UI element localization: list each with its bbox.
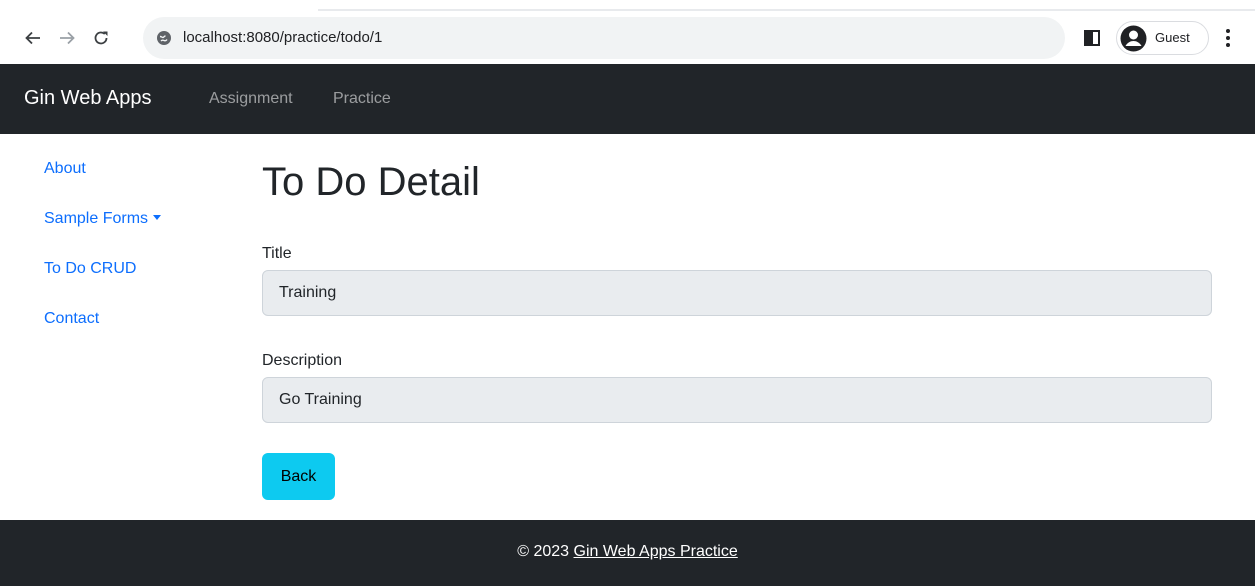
sidebar-item-todo-crud[interactable]: To Do CRUD: [44, 260, 136, 278]
footer-link[interactable]: Gin Web Apps Practice: [574, 543, 738, 560]
url-text[interactable]: localhost:8080/practice/todo/1: [183, 29, 382, 46]
sidebar-item-label: Sample Forms: [44, 210, 149, 227]
forward-arrow-icon[interactable]: [54, 25, 80, 51]
sidebar-item-about[interactable]: About: [44, 160, 86, 178]
kebab-menu-icon[interactable]: [1225, 28, 1231, 48]
title-label: Title: [262, 245, 292, 262]
nav-link-practice[interactable]: Practice: [333, 90, 391, 108]
caret-down-icon: [153, 215, 162, 220]
profile-button[interactable]: Guest: [1116, 21, 1209, 55]
footer: © 2023 Gin Web Apps Practice: [0, 520, 1255, 586]
footer-text: © 2023 Gin Web Apps Practice: [0, 543, 1255, 561]
top-navbar: Gin Web Apps Assignment Practice: [0, 64, 1255, 134]
site-info-icon[interactable]: [156, 30, 172, 46]
back-button[interactable]: Back: [262, 453, 335, 500]
profile-label: Guest: [1155, 30, 1190, 45]
description-field: Go Training: [262, 377, 1212, 423]
copyright-text: © 2023: [517, 543, 574, 560]
sidebar-item-sample-forms[interactable]: Sample Forms: [44, 210, 162, 228]
nav-link-assignment[interactable]: Assignment: [209, 90, 293, 108]
back-arrow-icon[interactable]: [20, 25, 46, 51]
page-title: To Do Detail: [262, 160, 480, 204]
browser-chrome: localhost:8080/practice/todo/1 Guest: [0, 0, 1255, 64]
description-label: Description: [262, 352, 343, 369]
side-panel-icon[interactable]: [1084, 30, 1100, 46]
tab-strip-divider: [318, 9, 1255, 11]
title-field: Training: [262, 270, 1212, 316]
sidebar-item-contact[interactable]: Contact: [44, 310, 99, 328]
address-bar[interactable]: localhost:8080/practice/todo/1: [143, 17, 1065, 59]
avatar-icon: [1120, 25, 1147, 52]
reload-icon[interactable]: [88, 25, 114, 51]
navbar-brand[interactable]: Gin Web Apps: [24, 87, 151, 110]
